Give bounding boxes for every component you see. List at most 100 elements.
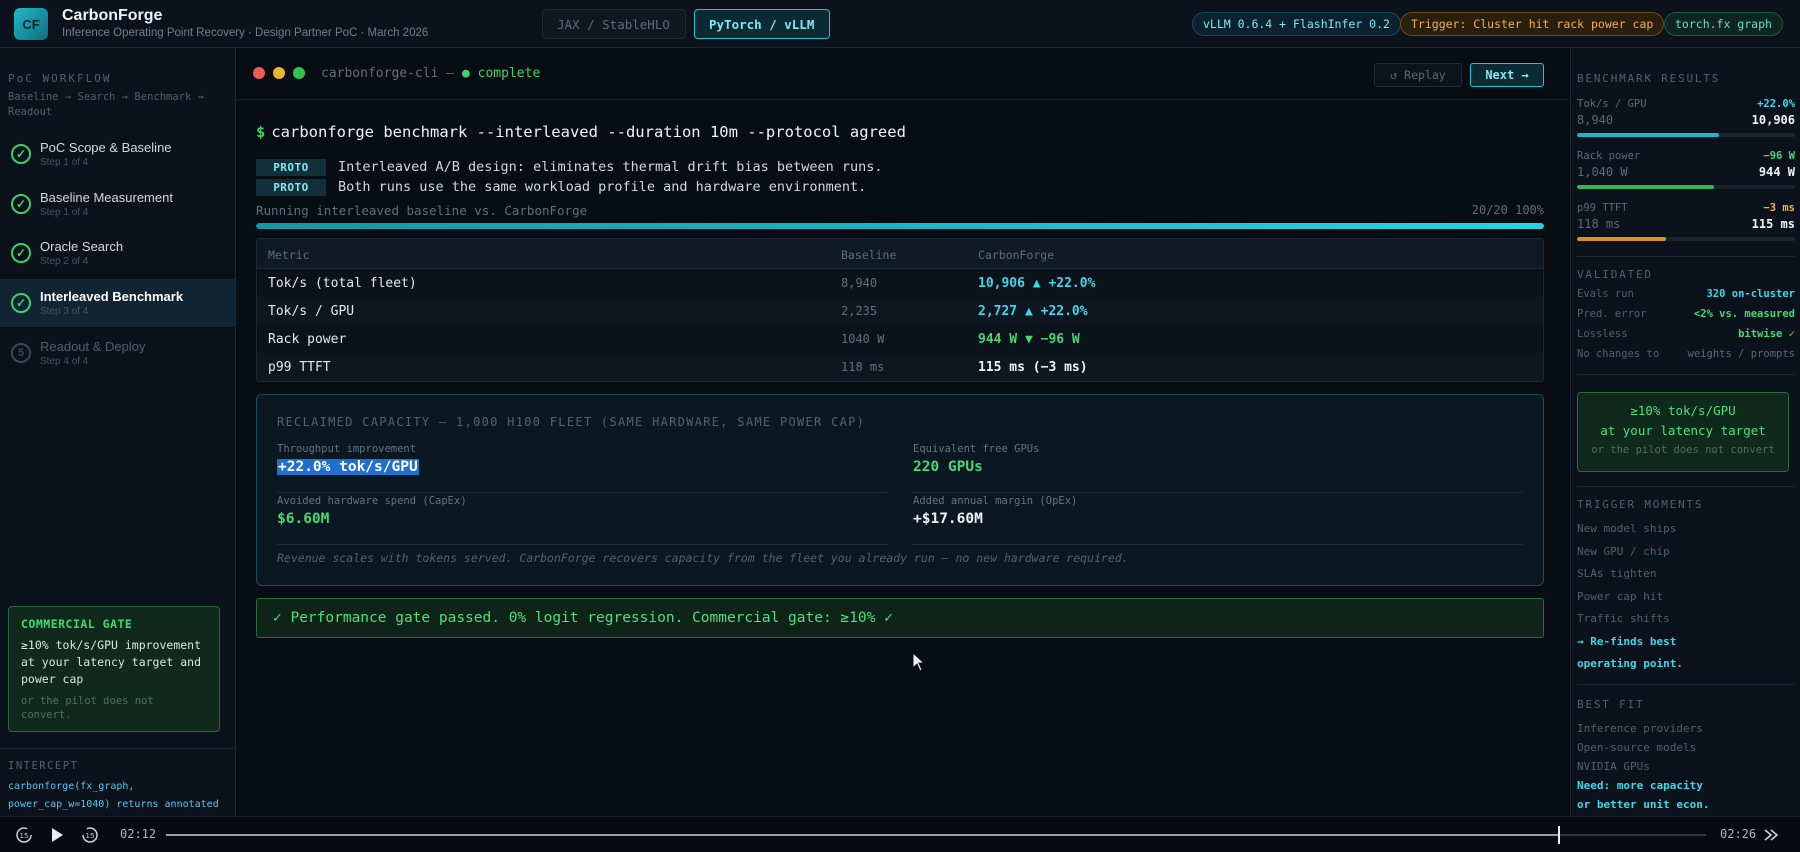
fit-item: Open-source models [1577,741,1697,754]
playback-scrubber[interactable] [166,834,1706,836]
step-baseline-measurement[interactable]: ✓ Baseline Measurement Step 1 of 4 [0,180,235,228]
bench-name: Tok/s / GPU [1577,98,1647,110]
reclaimed-capacity-card: RECLAIMED CAPACITY — 1,000 H100 FLEET (S… [256,394,1544,586]
reclaim-value: +22.0% tok/s/GPU [277,459,419,475]
best-fit-title: BEST FIT [1577,698,1645,711]
validated-key: No changes to [1577,348,1660,360]
bench-delta: −3 ms [1763,202,1795,214]
protocol-line: PROTO Both runs use the same workload pr… [256,178,866,196]
framework-jax-button[interactable]: JAX / StableHLO [542,9,686,39]
trigger-item: New model ships [1577,522,1677,535]
close-dot-icon[interactable] [253,67,265,79]
validated-title: VALIDATED [1577,268,1653,281]
gate-foot: or the pilot does not convert. [21,695,154,721]
proto-tag: PROTO [256,178,326,196]
gate-title: COMMERCIAL GATE [21,617,133,631]
step-oracle-search[interactable]: ✓ Oracle Search Step 2 of 4 [0,229,235,277]
reclaim-value: +$17.60M [913,511,983,527]
scrubber-handle[interactable] [1558,826,1561,844]
step-sub: Step 1 of 4 [40,157,89,168]
bench-bar [1577,237,1795,241]
bench-name: p99 TTFT [1577,202,1628,214]
total-time: 02:26 [1720,827,1757,841]
latency-gate-box: ≥10% tok/s/GPU at your latency target or… [1577,392,1789,472]
prompt-symbol: $ [256,123,266,141]
play-icon[interactable] [46,824,68,846]
validated-key: Lossless [1577,328,1628,340]
bench-delta: +22.0% [1757,98,1795,110]
bench-delta: −96 W [1763,150,1795,162]
reclaim-label: Throughput improvement [277,443,417,455]
carbonforge-value: 944 W ▼ −96 W [978,332,1080,347]
bench-baseline: 1,040 W [1577,165,1628,179]
reclaim-label: Added annual margin (OpEx) [913,495,1078,507]
benchmark-results-title: BENCHMARK RESULTS [1577,72,1721,85]
app-logo: CF [14,8,48,40]
forward-15-icon[interactable]: 15 [79,824,101,846]
carbonforge-value: 115 ms (−3 ms) [978,360,1088,375]
step-sub: Step 3 of 4 [40,306,89,317]
metric-name: Rack power [268,332,347,347]
step-label: Baseline Measurement [40,190,173,205]
step-sub: Step 4 of 4 [40,356,89,367]
carbonforge-value: 2,727 ▲ +22.0% [978,304,1088,319]
table-row: Tok/s (total fleet) 8,940 10,906 ▲ +22.0… [257,269,1543,297]
validated-row: Lossless bitwise ✓ [1577,328,1795,342]
check-circle-icon: ✓ [11,194,31,214]
commercial-gate-box: COMMERCIAL GATE ≥10% tok/s/GPU improveme… [8,606,220,732]
trigger-item: New GPU / chip [1577,545,1670,558]
top-bar: CF CarbonForge Inference Operating Point… [0,0,1800,48]
run-progress-fill [256,223,1544,229]
next-button[interactable]: Next → [1470,63,1544,87]
divider [1577,374,1795,375]
gate-line: ≥10% tok/s/GPU [1630,403,1736,418]
proto-tag: PROTO [256,158,326,176]
replay-button[interactable]: ↺ Replay [1374,63,1462,87]
trigger-item: Power cap hit [1577,590,1664,603]
step-interleaved-benchmark[interactable]: ✓ Interleaved Benchmark Step 3 of 4 [0,279,235,327]
reclaim-label: Avoided hardware spend (CapEx) [277,495,467,507]
validated-value: 320 on-cluster [1706,288,1795,300]
bench-bar-fill [1577,133,1719,137]
validated-value: weights / prompts [1687,348,1795,360]
minimize-dot-icon[interactable] [273,67,285,79]
run-progress-bar [256,223,1544,229]
header-baseline: Baseline [841,248,897,262]
step-readout-deploy[interactable]: 5 Readout & Deploy Step 4 of 4 [0,329,235,377]
check-circle-icon: ✓ [11,144,31,164]
proto-text: Interleaved A/B design: eliminates therm… [338,159,883,175]
baseline-value: 2,235 [841,304,878,318]
baseline-value: 118 ms [841,360,885,374]
trigger-moments-title: TRIGGER MOMENTS [1577,498,1704,511]
fit-accent: or better unit econ. [1577,798,1710,811]
bench-new: 944 W [1758,165,1795,179]
bench-item-power: Rack power −96 W 1,040 W 944 W [1577,150,1795,192]
playback-bar: 15 15 02:12 02:26 [0,816,1800,852]
run-count: 20/20 100% [1471,203,1544,217]
reclaim-value: $6.60M [277,511,330,527]
metric-name: p99 TTFT [268,360,331,375]
stack-chip: vLLM 0.6.4 + FlashInfer 0.2 [1192,12,1401,36]
graph-chip: torch.fx graph [1664,12,1783,36]
carbonforge-value: 10,906 ▲ +22.0% [978,276,1096,291]
mouse-cursor-icon [912,652,926,672]
playback-progress-fill [166,834,1559,836]
framework-pytorch-button[interactable]: PyTorch / vLLM [694,9,830,39]
workflow-title: PoC WORKFLOW [8,72,112,85]
maximize-dot-icon[interactable] [293,67,305,79]
step-sub: Step 2 of 4 [40,256,89,267]
table-header: Metric Baseline CarbonForge [257,239,1543,269]
terminal-status: ● complete [462,66,541,81]
skip-forward-icon[interactable] [1760,824,1782,846]
check-circle-icon: ✓ [11,243,31,263]
command-text: carbonforge benchmark --interleaved --du… [271,123,906,141]
run-label: Running interleaved baseline vs. CarbonF… [256,203,588,218]
validated-row: Evals run 320 on-cluster [1577,288,1795,302]
bench-bar [1577,133,1795,137]
workflow-breadcrumb: Baseline → Search → Benchmark → Readout [8,91,204,118]
baseline-value: 1040 W [841,332,885,346]
step-scope-baseline[interactable]: ✓ PoC Scope & Baseline Step 1 of 4 [0,130,235,178]
rewind-15-icon[interactable]: 15 [13,824,35,846]
step-number-icon: 5 [11,343,31,363]
terminal-titlebar: carbonforge-cli — ● complete ↺ Replay Ne… [236,48,1570,100]
